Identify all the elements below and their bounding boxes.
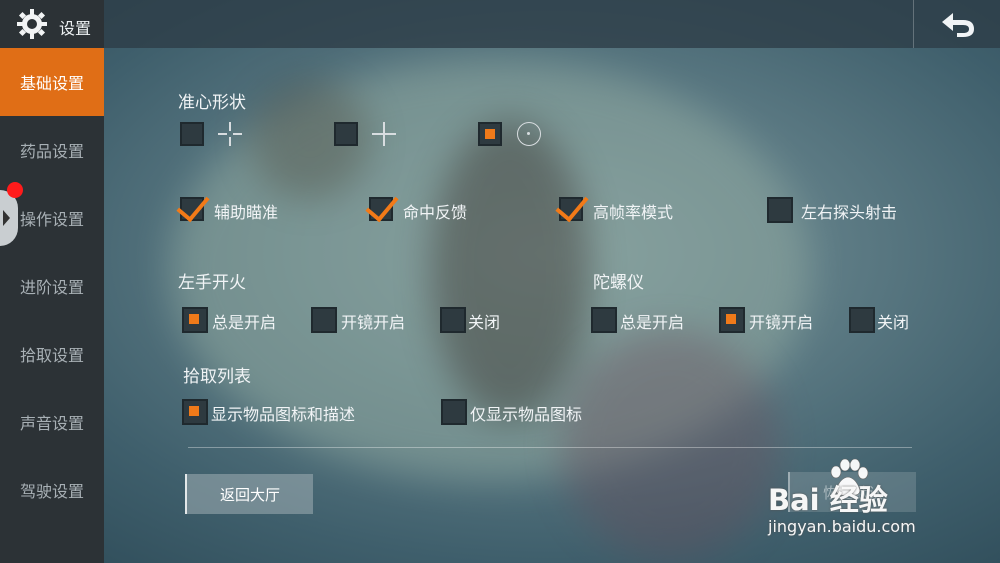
pickup-icon-only-radio[interactable] <box>441 399 467 425</box>
notification-dot <box>7 182 23 198</box>
settings-title: 设置 <box>0 0 104 48</box>
crosshair-option-1-checkbox[interactable] <box>180 122 204 146</box>
background-aircraft <box>430 120 590 420</box>
left-fire-scope-label: 开镜开启 <box>341 313 406 332</box>
sidebar-item-basic[interactable]: 基础设置 <box>0 48 104 116</box>
sidebar-item-pickup[interactable]: 拾取设置 <box>0 320 104 388</box>
gyro-off-label: 关闭 <box>877 313 910 332</box>
back-button[interactable] <box>913 0 1000 48</box>
sidebar-item-label: 基础设置 <box>19 74 84 93</box>
hit-feedback-checkbox[interactable] <box>365 187 399 223</box>
circle-dot-icon <box>517 122 541 146</box>
aim-assist-checkbox[interactable] <box>176 187 210 223</box>
sidebar-item-label: 声音设置 <box>19 414 84 433</box>
gyro-always-label: 总是开启 <box>620 313 685 332</box>
crosshair-gap-icon <box>218 122 242 146</box>
gyro-off-radio[interactable] <box>849 307 875 333</box>
left-fire-always-radio[interactable] <box>182 307 208 333</box>
sidebar-item-label: 进阶设置 <box>19 278 84 297</box>
watermark-url: jingyan.baidu.com <box>768 517 916 536</box>
sidebar-item-advanced[interactable]: 进阶设置 <box>0 252 104 320</box>
crosshair-plus-icon <box>372 122 396 146</box>
return-icon <box>941 13 974 37</box>
gyroscope-heading: 陀螺仪 <box>593 273 644 293</box>
return-lobby-button[interactable]: 返回大厅 <box>185 474 313 514</box>
sidebar-item-label: 操作设置 <box>19 210 84 229</box>
baidu-jingyan-watermark: Bai 经验 jingyan.baidu.com <box>768 455 988 540</box>
hit-feedback-label: 命中反馈 <box>403 203 468 222</box>
aim-assist-label: 辅助瞄准 <box>214 203 279 222</box>
left-fire-off-radio[interactable] <box>440 307 466 333</box>
return-lobby-label: 返回大厅 <box>219 485 280 504</box>
sidebar: 设置 基础设置 药品设置 操作设置 进阶设置 拾取设置 声音设置 驾驶设置 <box>0 0 104 563</box>
gyro-scope-label: 开镜开启 <box>749 313 814 332</box>
top-bar <box>0 0 1000 48</box>
gear-icon <box>17 9 47 39</box>
crosshair-heading: 准心形状 <box>178 93 246 113</box>
sidebar-item-label: 药品设置 <box>19 142 84 161</box>
crosshair-option-3-checkbox[interactable] <box>478 122 502 146</box>
left-fire-off-label: 关闭 <box>468 313 501 332</box>
watermark-main-text: Bai 经验 <box>768 483 888 517</box>
pickup-icon-desc-radio[interactable] <box>182 399 208 425</box>
left-fire-always-label: 总是开启 <box>212 313 277 332</box>
divider <box>188 447 912 448</box>
page-title: 设置 <box>59 19 92 38</box>
peek-fire-label: 左右探头射击 <box>801 203 898 222</box>
sidebar-item-label: 驾驶设置 <box>19 482 84 501</box>
sidebar-item-medicine[interactable]: 药品设置 <box>0 116 104 184</box>
pickup-icon-only-label: 仅显示物品图标 <box>470 405 583 424</box>
sidebar-item-sound[interactable]: 声音设置 <box>0 388 104 456</box>
pickup-list-heading: 拾取列表 <box>183 367 251 387</box>
sidebar-item-driving[interactable]: 驾驶设置 <box>0 456 104 524</box>
left-fire-heading: 左手开火 <box>178 273 246 293</box>
background-terrain <box>560 330 780 560</box>
high-framerate-label: 高帧率模式 <box>593 203 674 222</box>
gyro-scope-radio[interactable] <box>719 307 745 333</box>
gyro-always-radio[interactable] <box>591 307 617 333</box>
high-framerate-checkbox[interactable] <box>555 187 589 223</box>
crosshair-option-2-checkbox[interactable] <box>334 122 358 146</box>
pickup-icon-desc-label: 显示物品图标和描述 <box>211 405 356 424</box>
sidebar-item-label: 拾取设置 <box>19 346 84 365</box>
left-fire-scope-radio[interactable] <box>311 307 337 333</box>
peek-fire-checkbox[interactable] <box>767 197 793 223</box>
